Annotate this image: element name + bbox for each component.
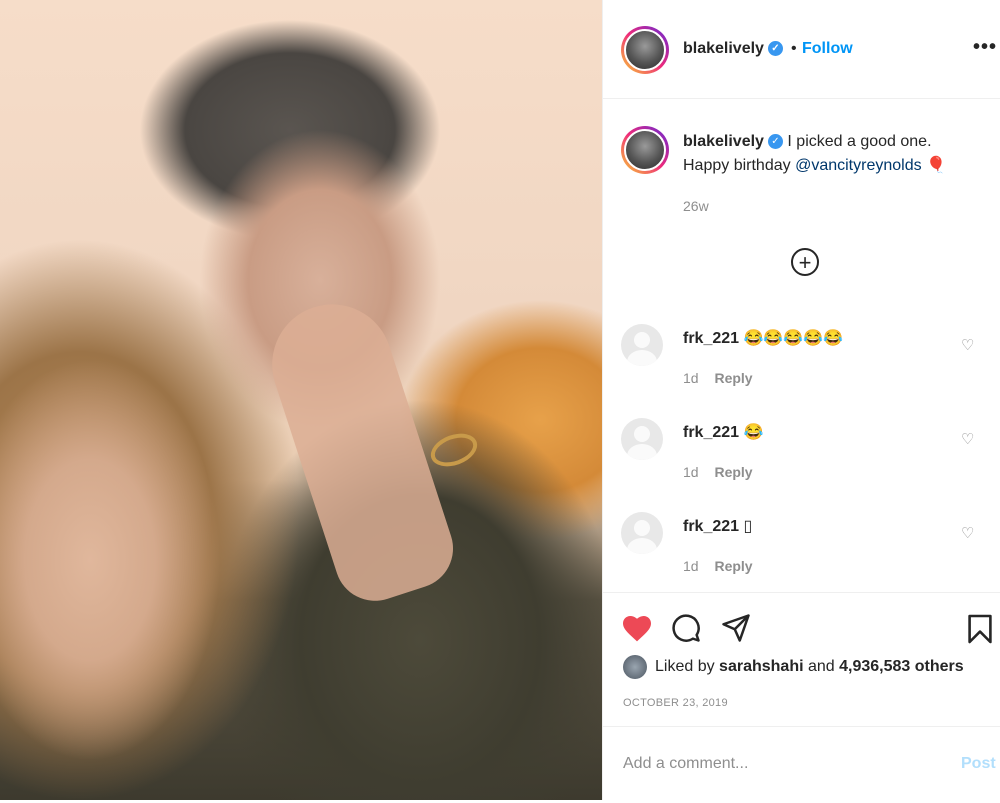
- commenter-avatar[interactable]: [621, 418, 663, 460]
- verified-badge-icon: ✓: [767, 41, 783, 57]
- commenter-avatar[interactable]: [621, 512, 663, 554]
- load-more-comments-button[interactable]: +: [791, 248, 819, 276]
- comment-item: frk_221 😂😂😂😂😂 1d Reply ♡: [603, 320, 1000, 400]
- author-username[interactable]: blakelively ✓: [683, 40, 783, 58]
- like-heart-icon[interactable]: [621, 613, 653, 643]
- reply-button[interactable]: Reply: [714, 370, 752, 386]
- post-photo[interactable]: [0, 0, 602, 800]
- follow-button[interactable]: Follow: [802, 40, 853, 58]
- comment-time: 1d: [683, 558, 699, 574]
- comment-time: 1d: [683, 370, 699, 386]
- caption-line1: I picked a good one.: [787, 133, 932, 150]
- post-side-panel: blakelively ✓ • Follow ••• blakelively ✓ I…: [602, 0, 1000, 800]
- reply-button[interactable]: Reply: [714, 558, 752, 574]
- comment-icon[interactable]: [671, 613, 701, 643]
- bookmark-icon[interactable]: [967, 613, 993, 645]
- author-avatar[interactable]: [621, 26, 669, 74]
- liker-username[interactable]: sarahshahi: [719, 658, 803, 675]
- caption-timestamp[interactable]: 26w: [683, 198, 709, 214]
- post-date[interactable]: OCTOBER 23, 2019: [623, 697, 728, 709]
- post-header: blakelively ✓ • Follow •••: [603, 0, 1000, 99]
- comment-item: frk_221 ▯ 1d Reply ♡: [603, 508, 1000, 588]
- comment-meta: 1d Reply: [683, 558, 753, 574]
- add-comment-bar: Add a comment... Post: [603, 726, 1000, 801]
- likes-summary: Liked by sarahshahi and 4,936,583 others: [623, 655, 964, 679]
- caption-username[interactable]: blakelively: [683, 133, 764, 150]
- caption-text: blakelively ✓ I picked a good one. Happy …: [683, 130, 983, 178]
- caption-line2: Happy birthday: [683, 157, 791, 174]
- comment-username[interactable]: frk_221: [683, 330, 739, 347]
- comment-body: frk_221 ▯: [683, 516, 752, 536]
- comment-like-heart-icon[interactable]: ♡: [961, 336, 974, 354]
- balloon-emoji: 🎈: [926, 157, 946, 174]
- comment-body: frk_221 😂😂😂😂😂: [683, 328, 843, 348]
- comment-body: frk_221 😂: [683, 422, 763, 442]
- caption-avatar[interactable]: [621, 126, 669, 174]
- comment-username[interactable]: frk_221: [683, 424, 739, 441]
- verified-badge-icon: ✓: [767, 134, 783, 150]
- comment-like-heart-icon[interactable]: ♡: [961, 430, 974, 448]
- add-comment-input[interactable]: Add a comment...: [623, 755, 748, 773]
- comment-like-heart-icon[interactable]: ♡: [961, 524, 974, 542]
- caption-and-comments: blakelively ✓ I picked a good one. Happy …: [603, 98, 1000, 588]
- likes-count[interactable]: 4,936,583 others: [839, 658, 964, 675]
- share-icon[interactable]: [721, 613, 751, 643]
- photo-ring: [426, 427, 482, 473]
- comment-text: 😂: [743, 424, 764, 441]
- reply-button[interactable]: Reply: [714, 464, 752, 480]
- comment-text: ▯: [743, 518, 753, 535]
- post-comment-button[interactable]: Post: [961, 755, 996, 773]
- comment-meta: 1d Reply: [683, 370, 753, 386]
- more-options-icon[interactable]: •••: [973, 36, 997, 59]
- comment-item: frk_221 😂 1d Reply ♡: [603, 414, 1000, 494]
- comment-meta: 1d Reply: [683, 464, 753, 480]
- commenter-avatar[interactable]: [621, 324, 663, 366]
- comment-username[interactable]: frk_221: [683, 518, 739, 535]
- comment-text: 😂😂😂😂😂: [743, 330, 844, 347]
- liker-avatar[interactable]: [623, 655, 647, 679]
- comment-time: 1d: [683, 464, 699, 480]
- separator-dot: •: [791, 40, 797, 57]
- mention-link[interactable]: @vancityreynolds: [795, 157, 922, 174]
